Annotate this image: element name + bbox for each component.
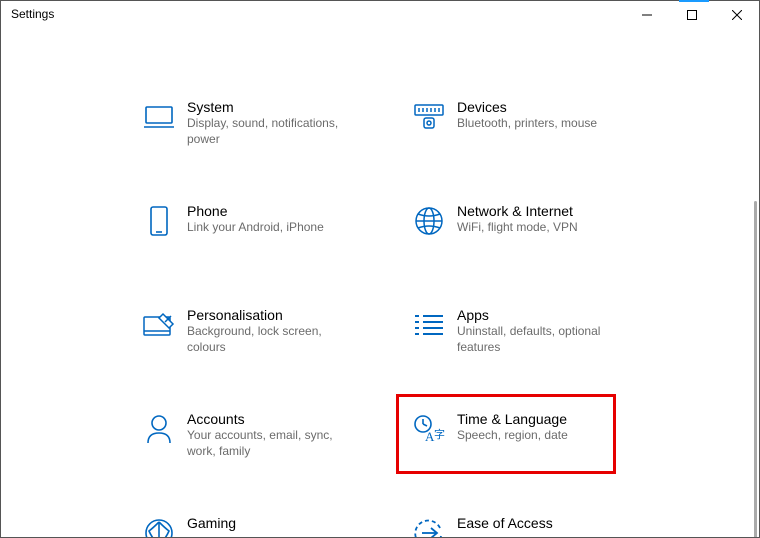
tile-title: Devices bbox=[457, 98, 597, 116]
ease-of-access-icon bbox=[406, 510, 451, 537]
tile-desc: Your accounts, email, sync, work, family bbox=[187, 428, 357, 459]
svg-text:字: 字 bbox=[434, 427, 445, 441]
settings-window: Settings System bbox=[0, 0, 760, 538]
tile-desc: Background, lock screen, colours bbox=[187, 324, 357, 355]
apps-icon bbox=[406, 302, 451, 347]
tile-title: Gaming bbox=[187, 514, 236, 532]
caption-buttons bbox=[624, 1, 759, 29]
tile-apps[interactable]: Apps Uninstall, defaults, optional featu… bbox=[406, 294, 676, 392]
tile-ease-of-access[interactable]: Ease of Access bbox=[406, 502, 676, 537]
tile-title: Network & Internet bbox=[457, 202, 578, 220]
maximize-button[interactable] bbox=[669, 1, 714, 29]
phone-icon bbox=[136, 198, 181, 243]
minimize-button[interactable] bbox=[624, 1, 669, 29]
system-icon bbox=[136, 94, 181, 139]
settings-grid: System Display, sound, notifications, po… bbox=[136, 86, 676, 537]
scrollbar[interactable] bbox=[754, 201, 757, 537]
tile-title: Personalisation bbox=[187, 306, 357, 324]
tile-desc: Speech, region, date bbox=[457, 428, 568, 444]
tile-desc: Bluetooth, printers, mouse bbox=[457, 116, 597, 132]
tile-gaming[interactable]: Gaming bbox=[136, 502, 406, 537]
gaming-icon bbox=[136, 510, 181, 537]
tile-devices[interactable]: Devices Bluetooth, printers, mouse bbox=[406, 86, 676, 184]
content-area: System Display, sound, notifications, po… bbox=[1, 31, 759, 537]
tile-time-language[interactable]: A 字 Time & Language Speech, region, date bbox=[406, 398, 676, 496]
tile-desc: Display, sound, notifications, power bbox=[187, 116, 357, 147]
accounts-icon bbox=[136, 406, 181, 451]
tile-title: Apps bbox=[457, 306, 627, 324]
tile-personalisation[interactable]: Personalisation Background, lock screen,… bbox=[136, 294, 406, 392]
tile-title: Accounts bbox=[187, 410, 357, 428]
globe-icon bbox=[406, 198, 451, 243]
tile-system[interactable]: System Display, sound, notifications, po… bbox=[136, 86, 406, 184]
tile-title: System bbox=[187, 98, 357, 116]
tile-desc: Uninstall, defaults, optional features bbox=[457, 324, 627, 355]
tile-accounts[interactable]: Accounts Your accounts, email, sync, wor… bbox=[136, 398, 406, 496]
tile-desc: WiFi, flight mode, VPN bbox=[457, 220, 578, 236]
tile-title: Ease of Access bbox=[457, 514, 553, 532]
tile-desc: Link your Android, iPhone bbox=[187, 220, 324, 236]
tile-phone[interactable]: Phone Link your Android, iPhone bbox=[136, 190, 406, 288]
tile-network-internet[interactable]: Network & Internet WiFi, flight mode, VP… bbox=[406, 190, 676, 288]
personalisation-icon bbox=[136, 302, 181, 347]
close-button[interactable] bbox=[714, 1, 759, 29]
window-title: Settings bbox=[11, 1, 54, 21]
title-bar: Settings bbox=[1, 1, 759, 31]
tile-title: Phone bbox=[187, 202, 324, 220]
time-language-icon: A 字 bbox=[406, 406, 451, 451]
devices-icon bbox=[406, 94, 451, 139]
accent-strip bbox=[679, 0, 709, 2]
tile-title: Time & Language bbox=[457, 410, 568, 428]
